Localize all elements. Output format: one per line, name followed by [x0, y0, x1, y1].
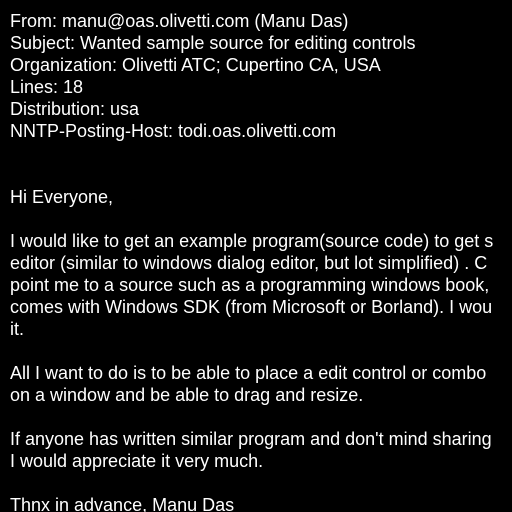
paragraph-1-line: it. — [10, 319, 25, 339]
paragraph-1-line: point me to a source such as a programmi… — [10, 275, 490, 295]
message-headers: From: manu@oas.olivetti.com (Manu Das) S… — [10, 10, 416, 142]
subject-header: Subject: Wanted sample source for editin… — [10, 33, 416, 53]
paragraph-1-line: I would like to get an example program(s… — [10, 231, 494, 251]
email-message: From: manu@oas.olivetti.com (Manu Das) S… — [0, 0, 512, 512]
paragraph-1-line: comes with Windows SDK (from Microsoft o… — [10, 297, 493, 317]
organization-header: Organization: Olivetti ATC; Cupertino CA… — [10, 55, 381, 75]
message-body: Hi Everyone, I would like to get an exam… — [10, 186, 493, 512]
greeting: Hi Everyone, — [10, 187, 114, 207]
from-header: From: manu@oas.olivetti.com (Manu Das) — [10, 11, 349, 31]
signoff: Thnx in advance, Manu Das — [10, 495, 235, 512]
lines-header: Lines: 18 — [10, 77, 84, 97]
paragraph-2-line: on a window and be able to drag and resi… — [10, 385, 364, 405]
paragraph-3-line: If anyone has written similar program an… — [10, 429, 492, 449]
paragraph-2-line: All I want to do is to be able to place … — [10, 363, 487, 383]
paragraph-3-line: I would appreciate it very much. — [10, 451, 264, 471]
distribution-header: Distribution: usa — [10, 99, 140, 119]
paragraph-1-line: editor (similar to windows dialog editor… — [10, 253, 488, 273]
nntp-posting-host-header: NNTP-Posting-Host: todi.oas.olivetti.com — [10, 121, 337, 141]
